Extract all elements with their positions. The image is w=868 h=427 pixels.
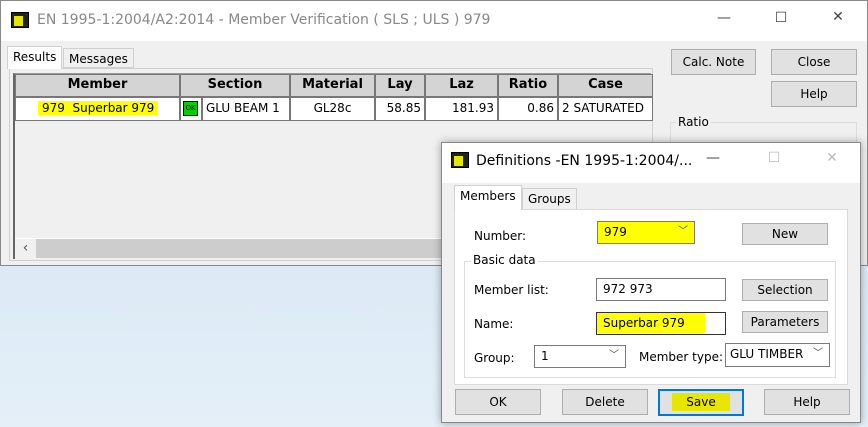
window-title: EN 1995-1:2004/A2:2014 - Member Verifica… (37, 12, 491, 28)
app-icon (11, 12, 29, 28)
chevron-down-icon: ﹀ (678, 226, 688, 237)
scroll-left-icon[interactable]: ‹ (15, 239, 36, 258)
parameters-button[interactable]: Parameters (742, 311, 828, 333)
selection-button[interactable]: Selection (742, 279, 828, 301)
group-select[interactable]: 1 ﹀ (534, 345, 626, 368)
tab-messages[interactable]: Messages (63, 48, 134, 68)
calc-note-button[interactable]: Calc. Note (671, 49, 756, 75)
help-button[interactable]: Help (771, 81, 857, 107)
member-list-input[interactable]: 972 973 (596, 278, 726, 301)
delete-button[interactable]: Delete (562, 389, 648, 415)
help-button[interactable]: Help (764, 389, 850, 415)
ratio-group-label: Ratio (676, 115, 711, 129)
cell-member[interactable]: 979 Superbar 979 (15, 97, 180, 121)
member-type-value: GLU TIMBER (730, 347, 804, 361)
minimize-icon[interactable]: — (709, 10, 739, 26)
member-type-label: Member type: (639, 350, 724, 364)
app-icon (451, 152, 469, 168)
close-button[interactable]: Close (771, 49, 857, 75)
maximize-icon[interactable]: ☐ (759, 150, 789, 166)
cell-lay[interactable]: 58.85 (375, 97, 425, 121)
col-section[interactable]: Section (180, 74, 290, 97)
maximize-icon[interactable]: ☐ (766, 10, 796, 26)
cell-laz[interactable]: 181.93 (425, 97, 498, 121)
member-value: 979 Superbar 979 (38, 101, 159, 115)
col-ratio[interactable]: Ratio (498, 74, 558, 97)
number-value: 979 (604, 225, 627, 239)
col-case[interactable]: Case (558, 74, 653, 97)
cell-ratio[interactable]: 0.86 (498, 97, 558, 121)
chevron-down-icon: ﹀ (609, 350, 619, 361)
name-value: Superbar 979 (597, 313, 705, 333)
title-bar: EN 1995-1:2004/A2:2014 - Member Verifica… (1, 1, 867, 41)
name-input[interactable]: Superbar 979 (596, 312, 726, 335)
cell-case[interactable]: 2 SATURATED (558, 97, 653, 121)
definitions-dialog: Definitions -EN 1995-1:2004/... — ☐ ✕ Me… (441, 142, 861, 423)
number-label: Number: (474, 229, 527, 243)
group-value: 1 (541, 349, 549, 363)
save-button[interactable]: Save (658, 389, 744, 416)
col-material[interactable]: Material (290, 74, 375, 97)
cell-material[interactable]: GL28c (290, 97, 375, 121)
col-laz[interactable]: Laz (425, 74, 498, 97)
ok-button[interactable]: OK (455, 389, 541, 415)
dialog-title: Definitions -EN 1995-1:2004/... (476, 153, 693, 169)
chevron-down-icon: ﹀ (810, 344, 823, 364)
ok-status-badge: OK (183, 101, 198, 116)
dialog-title-bar: Definitions -EN 1995-1:2004/... — ☐ ✕ (442, 143, 860, 183)
save-label: Save (672, 393, 730, 411)
basic-data-label: Basic data (471, 253, 538, 267)
number-select[interactable]: 979 ﹀ (597, 221, 695, 244)
cell-status: OK (180, 97, 202, 121)
group-label: Group: (474, 351, 515, 365)
col-member[interactable]: Member (15, 74, 180, 97)
tab-members[interactable]: Members (454, 185, 522, 210)
new-button[interactable]: New (742, 223, 828, 245)
member-type-select[interactable]: GLU TIMBER ﹀ (725, 343, 830, 367)
minimize-icon[interactable]: — (698, 150, 728, 166)
close-icon[interactable]: ✕ (823, 9, 853, 25)
close-icon[interactable]: ✕ (817, 150, 847, 166)
cell-section[interactable]: GLU BEAM 1 (202, 97, 290, 121)
member-list-label: Member list: (474, 283, 549, 297)
name-label: Name: (474, 317, 514, 331)
tab-groups[interactable]: Groups (522, 188, 577, 210)
col-lay[interactable]: Lay (375, 74, 425, 97)
tab-results[interactable]: Results (7, 46, 63, 69)
